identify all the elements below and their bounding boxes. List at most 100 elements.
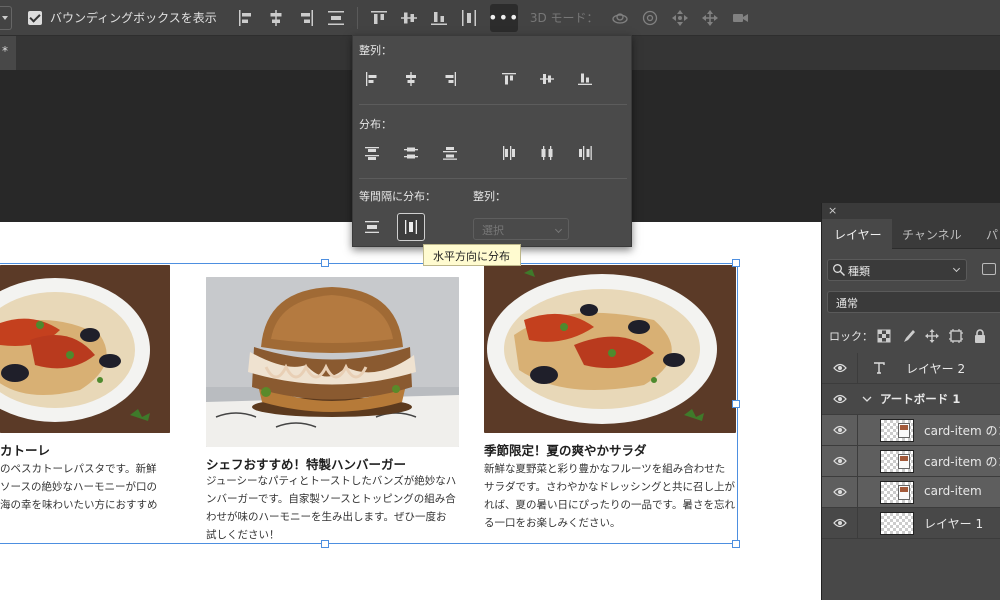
chevron-down-icon[interactable] [862, 394, 872, 404]
equal-spacing-heading: 等間隔に分布： [359, 190, 436, 203]
slide-3d-icon[interactable] [695, 4, 725, 32]
align-left-edges-icon[interactable] [231, 4, 261, 32]
layer-divider [857, 415, 858, 446]
layer-row-card-item[interactable]: card-item [822, 477, 1000, 508]
distribute-top-icon[interactable] [361, 142, 383, 164]
layer-row-card-item-copy[interactable]: card-item のコ [822, 446, 1000, 477]
popup-divider [359, 104, 627, 105]
tab-paths[interactable]: パ [986, 219, 1000, 249]
selection-bounding-box[interactable] [0, 263, 738, 544]
layer-row-artboard[interactable]: アートボード 1 [822, 384, 1000, 415]
align-right-edges-icon[interactable] [291, 4, 321, 32]
eye-visibility-icon[interactable] [833, 424, 847, 436]
layer-divider [857, 353, 858, 384]
distribute-bottom-icon[interactable] [439, 142, 461, 164]
distribute-horizontal-centers-icon[interactable] [536, 142, 558, 164]
layer-row-text[interactable]: レイヤー 2 [822, 353, 1000, 384]
lock-all-icon[interactable] [972, 328, 988, 344]
align-middle-vertical-icon[interactable] [536, 68, 558, 90]
blend-mode-value: 通常 [836, 297, 858, 310]
distribute-vertical-spacing-icon[interactable] [321, 4, 351, 32]
lock-artboard-nesting-icon[interactable] [948, 328, 964, 344]
layer-row-pixel[interactable]: レイヤー 1 [822, 508, 1000, 539]
align-right-icon[interactable] [439, 68, 461, 90]
text-layer-icon [874, 362, 885, 374]
tooltip: 水平方向に分布 [423, 244, 521, 266]
align-left-icon[interactable] [361, 68, 383, 90]
drag-3d-icon[interactable] [665, 4, 695, 32]
transform-handle-bottom-center[interactable] [321, 540, 329, 548]
align-bottom-edges-icon[interactable] [424, 4, 454, 32]
align-center-horizontal-icon[interactable] [400, 68, 422, 90]
layer-name: card-item のコ [924, 424, 1000, 438]
distribute-horizontal-spacing-button[interactable] [397, 213, 425, 241]
eye-visibility-icon[interactable] [833, 362, 847, 374]
toolbar-separator [356, 6, 358, 29]
image-filter-icon[interactable] [982, 263, 996, 275]
transform-handle-bottom-right[interactable] [732, 540, 740, 548]
lock-row: ロック： [822, 323, 1000, 349]
layer-name: レイヤー 2 [906, 362, 966, 376]
lock-image-pixels-icon[interactable] [900, 328, 916, 344]
eye-visibility-icon[interactable] [833, 486, 847, 498]
tab-layers[interactable]: レイヤー [822, 219, 892, 249]
lock-transparent-pixels-icon[interactable] [876, 328, 892, 344]
eye-visibility-icon[interactable] [833, 517, 847, 529]
align-bottom-icon[interactable] [574, 68, 596, 90]
document-tab[interactable]: * [0, 36, 16, 70]
layer-thumbnail [880, 450, 914, 473]
eye-visibility-icon[interactable] [833, 455, 847, 467]
align-horizontal-centers-icon[interactable] [261, 4, 291, 32]
layer-name: card-item [924, 484, 982, 498]
layer-name: アートボード 1 [880, 392, 961, 406]
blend-mode-select[interactable]: 通常 [827, 291, 1000, 313]
distribute-left-icon[interactable] [498, 142, 520, 164]
smart-object-badge [898, 454, 910, 469]
smart-object-badge [898, 485, 910, 500]
transform-handle-middle-right[interactable] [732, 400, 740, 408]
align-to-select[interactable]: 選択 [473, 218, 569, 240]
show-bounding-box-checkbox[interactable] [28, 10, 42, 25]
search-icon [833, 264, 846, 277]
align-heading: 整列： [359, 44, 392, 57]
distribute-horizontal-spacing-icon [405, 220, 417, 234]
layer-divider [857, 477, 858, 508]
filter-kind-label: 種類 [848, 265, 870, 278]
more-options-button[interactable]: ••• [488, 3, 518, 32]
layer-thumbnail [880, 512, 914, 535]
panel-tabs: レイヤー チャンネル パ [822, 219, 1000, 249]
distribute-vertical-spacing-icon[interactable] [361, 216, 383, 238]
distribute-vertical-centers-icon[interactable] [400, 142, 422, 164]
roll-3d-icon[interactable] [635, 4, 665, 32]
panel-close-icon[interactable]: × [828, 204, 837, 217]
lock-position-icon[interactable] [924, 328, 940, 344]
transform-handle-top-right[interactable] [732, 259, 740, 267]
distribute-horizontal-spacing-icon[interactable] [454, 4, 484, 32]
layer-name: レイヤー 1 [924, 517, 984, 531]
eye-visibility-icon[interactable] [833, 393, 847, 405]
distribute-right-icon[interactable] [574, 142, 596, 164]
layer-row-card-item-copy-2[interactable]: card-item のコ [822, 415, 1000, 446]
distribute-heading: 分布： [359, 118, 392, 131]
popup-divider [359, 178, 627, 179]
align-top-edges-icon[interactable] [364, 4, 394, 32]
transform-handle-top-center[interactable] [321, 259, 329, 267]
orbit-3d-icon[interactable] [605, 4, 635, 32]
align-top-icon[interactable] [498, 68, 520, 90]
chevron-down-icon [952, 264, 961, 273]
smart-object-badge [898, 423, 910, 438]
panel-header: × [822, 203, 1000, 219]
layer-filter-kind-select[interactable]: 種類 [827, 259, 967, 281]
align-vertical-centers-icon[interactable] [394, 4, 424, 32]
layer-divider [857, 508, 858, 539]
3d-mode-label: 3D モード： [529, 11, 599, 25]
tool-preset-dropdown[interactable] [0, 5, 12, 30]
lock-label: ロック： [829, 330, 873, 343]
show-bounding-box-label: バウンディングボックスを表示 [50, 11, 217, 25]
video-camera-3d-icon[interactable] [725, 4, 755, 32]
align-distribute-popup: 整列： 分布： 等間隔に分布： 整列： 選択 [352, 35, 632, 247]
tab-channels[interactable]: チャンネル [902, 219, 982, 249]
layer-thumbnail [880, 481, 914, 504]
layer-divider [857, 446, 858, 477]
layer-name: card-item のコ [924, 455, 1000, 469]
